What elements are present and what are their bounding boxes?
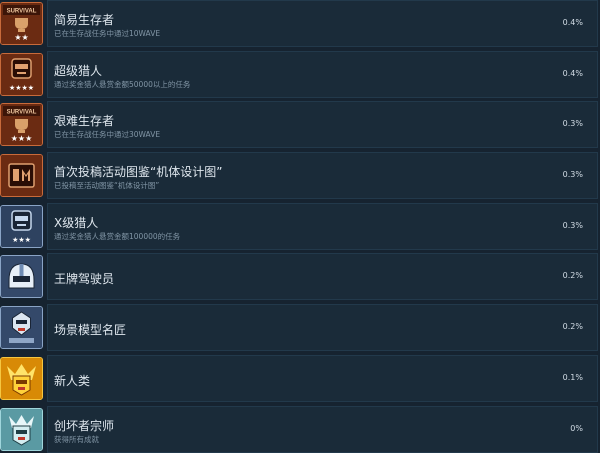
achievement-percent: 0.4% — [562, 18, 583, 27]
achievement-percent: 0.2% — [562, 271, 583, 280]
achievement-desc: 获得所有成就 — [54, 435, 99, 444]
achievement-title: 简易生存者 — [54, 13, 115, 27]
star-rating: ★★★ — [11, 134, 33, 143]
hunter-four-star-icon: ★★★★ — [0, 53, 43, 96]
achievement-panel: X级猎人 通过奖金猎人悬赏金额100000的任务 0.3% — [47, 203, 598, 250]
survival-three-star-icon: SURVIVAL ★★★ — [0, 103, 43, 146]
achievement-title: 新人类 — [54, 374, 91, 388]
master-gundam-icon — [0, 408, 43, 451]
achievement-percent: 0.3% — [562, 119, 583, 128]
achievement-percent: 0% — [570, 424, 583, 433]
gold-gundam-head-icon — [0, 357, 43, 400]
achievement-row[interactable]: SURVIVAL ★★★ 艰难生存者 已在生存战任务中通过30WAVE 0.3% — [0, 101, 600, 148]
achievement-panel: 超级猎人 通过奖金猎人悬赏金额50000以上的任务 0.4% — [47, 51, 598, 98]
star-rating: ★★ — [14, 33, 28, 42]
achievement-percent: 0.1% — [562, 373, 583, 382]
achievement-panel: 王牌驾驶员 0.2% — [47, 253, 598, 300]
achievement-panel: 艰难生存者 已在生存战任务中通过30WAVE 0.3% — [47, 101, 598, 148]
achievement-row[interactable]: 创坏者宗师 获得所有成就 0% — [0, 406, 600, 453]
survival-two-star-icon: SURVIVAL ★★ — [0, 2, 43, 45]
achievement-title: 创坏者宗师 — [54, 419, 115, 433]
pilot-helmet-icon — [0, 255, 43, 298]
achievement-row[interactable]: ★★★★ 超级猎人 通过奖金猎人悬赏金额50000以上的任务 0.4% — [0, 51, 600, 98]
achievement-percent: 0.3% — [562, 170, 583, 179]
achievement-title: 王牌驾驶员 — [54, 272, 115, 286]
badge-text: SURVIVAL — [7, 9, 37, 15]
achievement-panel: 新人类 0.1% — [47, 355, 598, 402]
achievement-panel: 简易生存者 已在生存战任务中通过10WAVE 0.4% — [47, 0, 598, 47]
achievement-title: X级猎人 — [54, 216, 99, 230]
achievement-panel: 首次投稿活动图鉴“机体设计图” 已投稿至活动图鉴“机体设计图” 0.3% — [47, 152, 598, 199]
achievement-title: 艰难生存者 — [54, 114, 115, 128]
badge-text: SURVIVAL — [7, 110, 37, 116]
achievement-percent: 0.4% — [562, 69, 583, 78]
achievement-row[interactable]: ★★★ X级猎人 通过奖金猎人悬赏金额100000的任务 0.3% — [0, 203, 600, 250]
achievement-percent: 0.2% — [562, 322, 583, 331]
achievement-title: 超级猎人 — [54, 64, 103, 78]
diorama-gundam-icon — [0, 306, 43, 349]
achievement-row[interactable]: 首次投稿活动图鉴“机体设计图” 已投稿至活动图鉴“机体设计图” 0.3% — [0, 152, 600, 199]
hunter-x-rank-icon: ★★★ — [0, 205, 43, 248]
star-rating: ★★★★ — [9, 84, 34, 92]
achievement-panel: 场景模型名匠 0.2% — [47, 304, 598, 351]
achievement-desc: 通过奖金猎人悬赏金额100000的任务 — [54, 232, 181, 241]
achievement-list: SURVIVAL ★★ 简易生存者 已在生存战任务中通过10WAVE 0.4% … — [0, 0, 600, 453]
achievement-desc: 通过奖金猎人悬赏金额50000以上的任务 — [54, 80, 191, 89]
achievement-row[interactable]: 场景模型名匠 0.2% — [0, 304, 600, 351]
achievement-row[interactable]: SURVIVAL ★★ 简易生存者 已在生存战任务中通过10WAVE 0.4% — [0, 0, 600, 47]
achievement-row[interactable]: 新人类 0.1% — [0, 355, 600, 402]
achievement-title: 首次投稿活动图鉴“机体设计图” — [54, 165, 223, 179]
achievement-desc: 已投稿至活动图鉴“机体设计图” — [54, 181, 160, 190]
achievement-row[interactable]: 王牌驾驶员 0.2% — [0, 253, 600, 300]
blueprint-book-icon — [0, 154, 43, 197]
achievement-title: 场景模型名匠 — [54, 323, 127, 337]
star-rating: ★★★ — [12, 236, 31, 244]
achievement-percent: 0.3% — [562, 221, 583, 230]
achievement-desc: 已在生存战任务中通过30WAVE — [54, 130, 161, 139]
achievement-panel: 创坏者宗师 获得所有成就 0% — [47, 406, 598, 453]
achievement-desc: 已在生存战任务中通过10WAVE — [54, 29, 161, 38]
